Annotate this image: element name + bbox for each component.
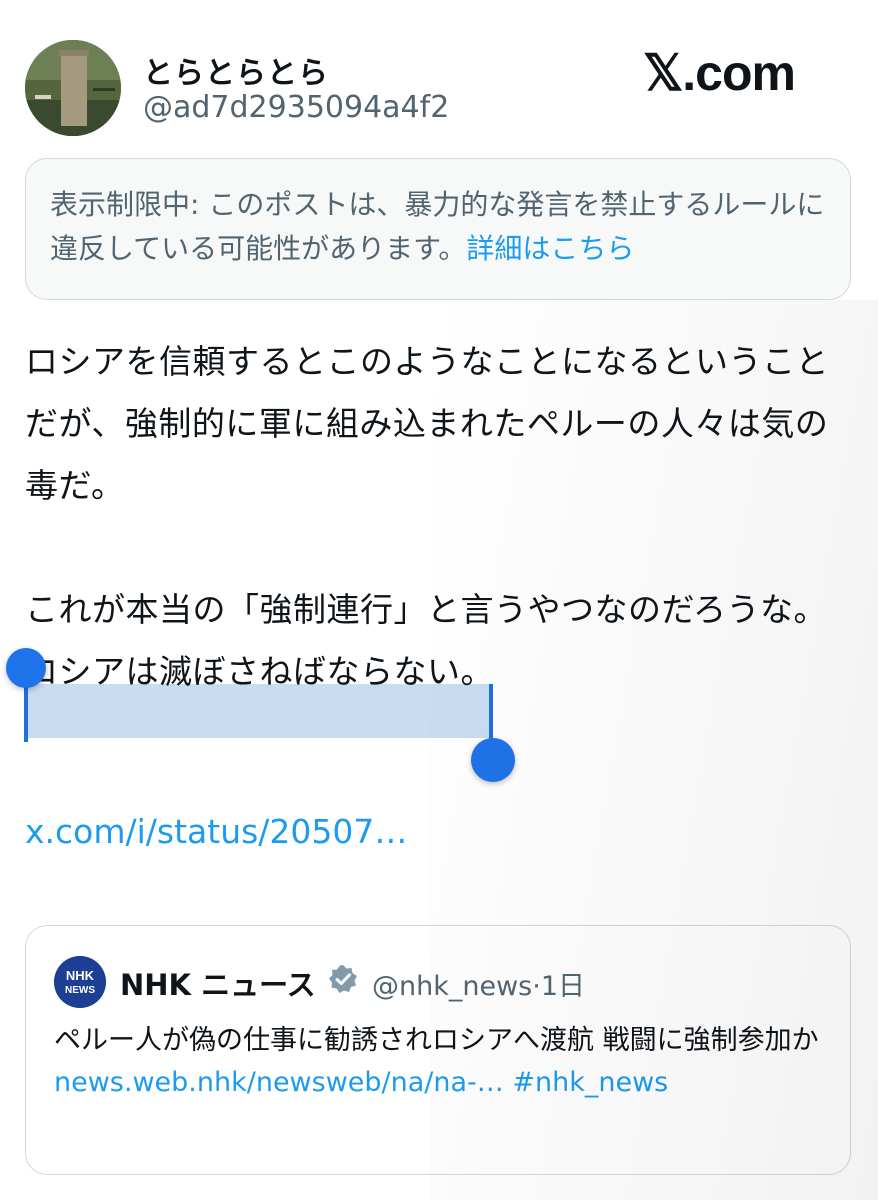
notice-details-link[interactable]: 詳細はこちら bbox=[466, 232, 634, 265]
quoted-links: news.web.nhk/newsweb/na/na-… #nhk_news bbox=[54, 1062, 834, 1104]
separator-dot: · bbox=[532, 971, 541, 1002]
nhk-logo-text-bottom: NEWS bbox=[65, 985, 95, 996]
selection-end-handle[interactable] bbox=[471, 738, 515, 782]
post-paragraph: ロシアを信頼するとこのようなことになるということだが、強制的に軍に組み込まれたペ… bbox=[25, 342, 829, 505]
post-body: ロシアを信頼するとこのようなことになるということだが、強制的に軍に組み込まれたペ… bbox=[25, 331, 860, 738]
display-name[interactable]: とらとらとら bbox=[143, 48, 329, 92]
status-link[interactable]: x.com/i/status/20507… bbox=[25, 812, 407, 851]
selection-start-handle[interactable] bbox=[6, 648, 46, 688]
quoted-display-name[interactable]: NHK ニュース bbox=[120, 962, 316, 1004]
quoted-post-card[interactable]: NHK NEWS NHK ニュース @nhk_news·1日 ペルー人が偽の仕事… bbox=[25, 925, 851, 1175]
x-com-logo: 𝕏.com bbox=[643, 45, 796, 101]
restriction-notice: 表示制限中: このポストは、暴力的な発言を禁止するルールに違反している可能性があ… bbox=[25, 158, 851, 300]
post-selected-line: ロシアは滅ぼさねばならない。 bbox=[25, 652, 494, 691]
quoted-handle[interactable]: @nhk_news bbox=[372, 971, 532, 1002]
quoted-hashtag[interactable]: #nhk_news bbox=[512, 1067, 668, 1098]
quoted-handle-time: @nhk_news·1日 bbox=[372, 964, 585, 1003]
verified-badge-icon bbox=[329, 965, 357, 993]
user-handle[interactable]: @ad7d2935094a4f2 bbox=[143, 90, 449, 125]
nhk-logo-icon: NHK NEWS bbox=[54, 956, 106, 1008]
quoted-news-link[interactable]: news.web.nhk/newsweb/na/na-… bbox=[54, 1067, 504, 1098]
post-paragraph: これが本当の「強制連行」と言うやつなのだろうな。 bbox=[25, 590, 828, 629]
nhk-logo-text-top: NHK bbox=[66, 968, 95, 983]
nhk-news-avatar[interactable]: NHK NEWS bbox=[54, 956, 106, 1008]
quoted-headline: ペルー人が偽の仕事に勧誘されロシアへ渡航 戦闘に強制参加か bbox=[54, 1025, 819, 1056]
quoted-time[interactable]: 1日 bbox=[541, 971, 585, 1002]
avatar-photo-icon bbox=[25, 40, 121, 136]
notice-text: 表示制限中: このポストは、暴力的な発言を禁止するルールに違反している可能性があ… bbox=[50, 188, 825, 265]
quoted-post-text: ペルー人が偽の仕事に勧誘されロシアへ渡航 戦闘に強制参加か news.web.n… bbox=[54, 1020, 834, 1104]
profile-avatar[interactable] bbox=[25, 40, 121, 136]
